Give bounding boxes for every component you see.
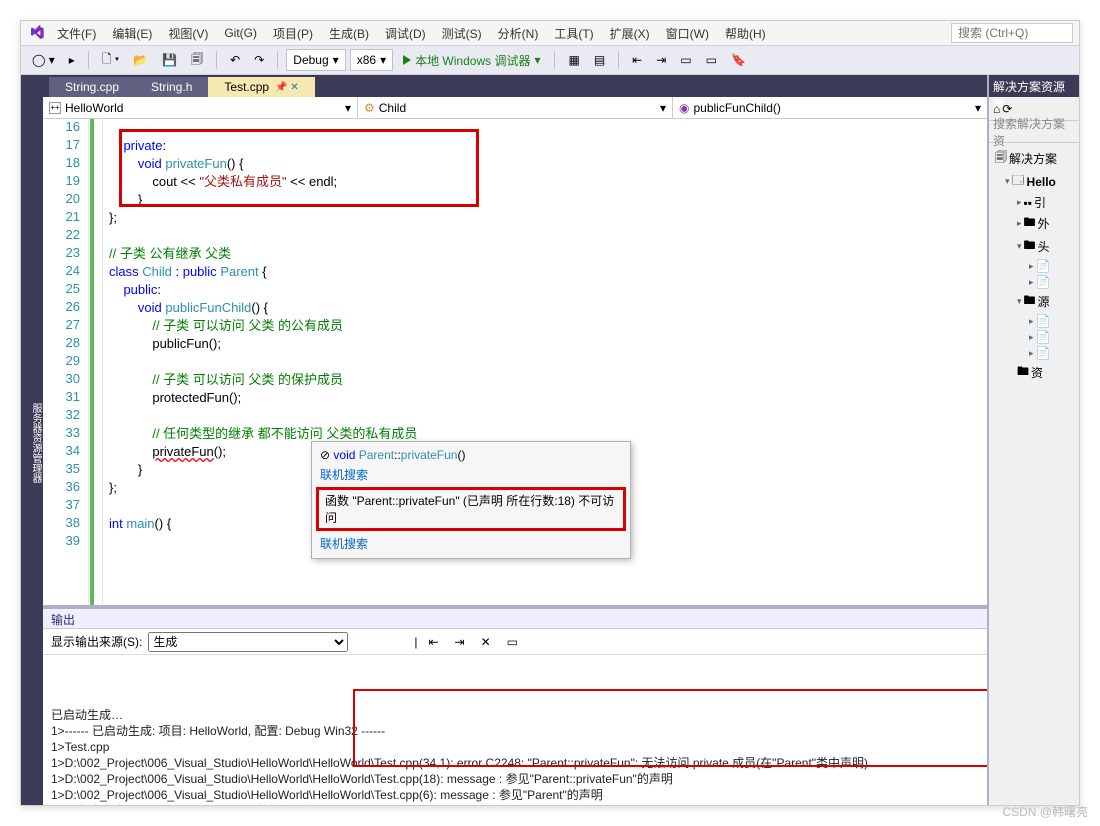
menu-test[interactable]: 测试(S) (436, 23, 488, 44)
solution-explorer-title: 解决方案资源管 (989, 75, 1079, 97)
tree-resources[interactable]: 🖿 资 (991, 361, 1077, 384)
pin-icon[interactable]: 📌 ✕ (275, 82, 299, 93)
save-button[interactable]: 💾 (157, 49, 182, 71)
solution-explorer: 解决方案资源管 ⌂ ⟳ 搜索解决方案资 🗐 解决方案 ▾🗔 Hello ▸▪▪ … (987, 75, 1079, 805)
tree-file[interactable]: ▸📄 (991, 329, 1077, 345)
run-button[interactable]: 本地 Windows 调试器 ▾ (397, 49, 546, 71)
menu-tools[interactable]: 工具(T) (548, 23, 599, 44)
tree-file[interactable]: ▸📄 (991, 258, 1077, 274)
menu-debug[interactable]: 调试(D) (379, 23, 432, 44)
member-dropdown[interactable]: ◉publicFunChild()▾ (673, 97, 987, 118)
tooltip-search-link-2[interactable]: 联机搜索 (312, 533, 630, 554)
out-tool-icon[interactable]: ⇥ (450, 631, 470, 653)
scope-dropdown[interactable]: ++HelloWorld▾ (43, 97, 358, 118)
tree-solution-root[interactable]: 🗐 解决方案 (991, 147, 1077, 170)
separator (554, 51, 555, 69)
solution-search[interactable]: 搜索解决方案资 (989, 121, 1079, 143)
undo-button[interactable]: ↶ (225, 49, 245, 71)
nav-bar: ++HelloWorld▾ ⚙Child▾ ◉publicFunChild()▾ (43, 97, 987, 119)
save-all-button[interactable]: 🗐 (186, 49, 208, 71)
tool-icon[interactable]: ▦ (563, 49, 584, 71)
menu-analyze[interactable]: 分析(N) (492, 23, 545, 44)
separator (88, 51, 89, 69)
menu-view[interactable]: 视图(V) (162, 23, 214, 44)
server-explorer-tab[interactable]: 服务器资源管理器 (28, 403, 43, 483)
error-tooltip: ⊘ void Parent::privateFun() 联机搜索 函数 "Par… (311, 441, 631, 559)
menu-build[interactable]: 生成(B) (323, 23, 375, 44)
quick-search-input[interactable] (952, 26, 1072, 40)
tree-references[interactable]: ▸▪▪ 引 (991, 193, 1077, 212)
menu-bar: 文件(F) 编辑(E) 视图(V) Git(G) 项目(P) 生成(B) 调试(… (21, 21, 1079, 45)
menu-extensions[interactable]: 扩展(X) (604, 23, 656, 44)
play-icon (403, 55, 411, 65)
tree-file[interactable]: ▸📄 (991, 274, 1077, 290)
separator (216, 51, 217, 69)
tree-project[interactable]: ▾🗔 Hello (991, 170, 1077, 193)
menu-file[interactable]: 文件(F) (51, 23, 102, 44)
vs-logo-icon (27, 23, 47, 43)
bookmark-icon[interactable]: 🔖 (726, 49, 751, 71)
comment-icon[interactable]: ▭ (675, 49, 696, 71)
tree-headers[interactable]: ▾🖿 头 (991, 235, 1077, 258)
menu-edit[interactable]: 编辑(E) (106, 23, 158, 44)
tab-string-h[interactable]: String.h (135, 77, 208, 97)
output-source-dropdown[interactable]: 生成 (148, 632, 348, 652)
menu-project[interactable]: 项目(P) (267, 23, 319, 44)
out-tool-icon[interactable]: ⇤ (423, 631, 443, 653)
out-tool-icon[interactable]: ▭ (502, 631, 523, 653)
refresh-icon[interactable]: ⟳ (1002, 102, 1012, 116)
uncomment-icon[interactable]: ▭ (701, 49, 722, 71)
menu-help[interactable]: 帮助(H) (719, 23, 772, 44)
indent-out-icon[interactable]: ⇤ (627, 49, 647, 71)
tooltip-search-link[interactable]: 联机搜索 (312, 464, 630, 485)
output-source-label: 显示输出来源(S): (51, 633, 142, 650)
solution-tree[interactable]: 🗐 解决方案 ▾🗔 Hello ▸▪▪ 引 ▸🖿 外 ▾🖿 头 ▸📄 ▸📄 ▾🖿… (989, 143, 1079, 388)
config-dropdown[interactable]: Debug ▾ (286, 49, 345, 71)
toolbar: ◯ ▾ ▸ 🗋 ▾ 📂 💾 🗐 ↶ ↷ Debug ▾ x86 ▾ 本地 Win… (21, 45, 1079, 75)
platform-dropdown[interactable]: x86 ▾ (350, 49, 393, 71)
indent-in-icon[interactable]: ⇥ (651, 49, 671, 71)
menu-git[interactable]: Git(G) (218, 24, 263, 42)
code-editor[interactable]: 1617181920212223242526272829303132333435… (43, 119, 987, 605)
output-title: 输出 (43, 609, 987, 629)
tooltip-signature: ⊘ void Parent::privateFun() (312, 446, 630, 464)
watermark: CSDN @韩曙亮 (1002, 803, 1088, 820)
quick-search[interactable] (951, 23, 1073, 43)
open-button[interactable]: 📂 (128, 49, 153, 71)
new-item-button[interactable]: 🗋 ▾ (97, 49, 124, 71)
tree-external[interactable]: ▸🖿 外 (991, 212, 1077, 235)
left-tool-strip: 服务器资源管理器 工具箱 (21, 75, 43, 805)
nav-back-button[interactable]: ◯ ▾ (27, 49, 60, 71)
class-dropdown[interactable]: ⚙Child▾ (358, 97, 673, 118)
tool-icon[interactable]: ▤ (589, 49, 610, 71)
cpp-icon: ++ (49, 102, 61, 114)
out-tool-icon[interactable]: ✕ (476, 631, 496, 653)
fold-column[interactable] (89, 119, 103, 605)
tab-test-cpp[interactable]: Test.cpp📌 ✕ (208, 77, 314, 97)
tooltip-error-message: 函数 "Parent::privateFun" (已声明 所在行数:18) 不可… (316, 487, 626, 531)
tab-string-cpp[interactable]: String.cpp (49, 77, 135, 97)
tree-sources[interactable]: ▾🖿 源 (991, 290, 1077, 313)
separator (618, 51, 619, 69)
output-panel: 输出 显示输出来源(S): 生成 | ⇤ ⇥ ✕ ▭ 已启动生成…1>-----… (43, 605, 987, 805)
home-icon[interactable]: ⌂ (993, 102, 1000, 116)
tree-file[interactable]: ▸📄 (991, 345, 1077, 361)
line-gutter: 1617181920212223242526272829303132333435… (43, 119, 89, 605)
document-tabs: String.cpp String.h Test.cpp📌 ✕ (43, 75, 987, 97)
separator (277, 51, 278, 69)
menu-window[interactable]: 窗口(W) (660, 23, 715, 44)
nav-fwd-button[interactable]: ▸ (64, 49, 80, 71)
redo-button[interactable]: ↷ (249, 49, 269, 71)
output-toolbar: 显示输出来源(S): 生成 | ⇤ ⇥ ✕ ▭ (43, 629, 987, 655)
output-text[interactable]: 已启动生成…1>------ 已启动生成: 项目: HelloWorld, 配置… (43, 655, 987, 805)
tree-file[interactable]: ▸📄 (991, 313, 1077, 329)
